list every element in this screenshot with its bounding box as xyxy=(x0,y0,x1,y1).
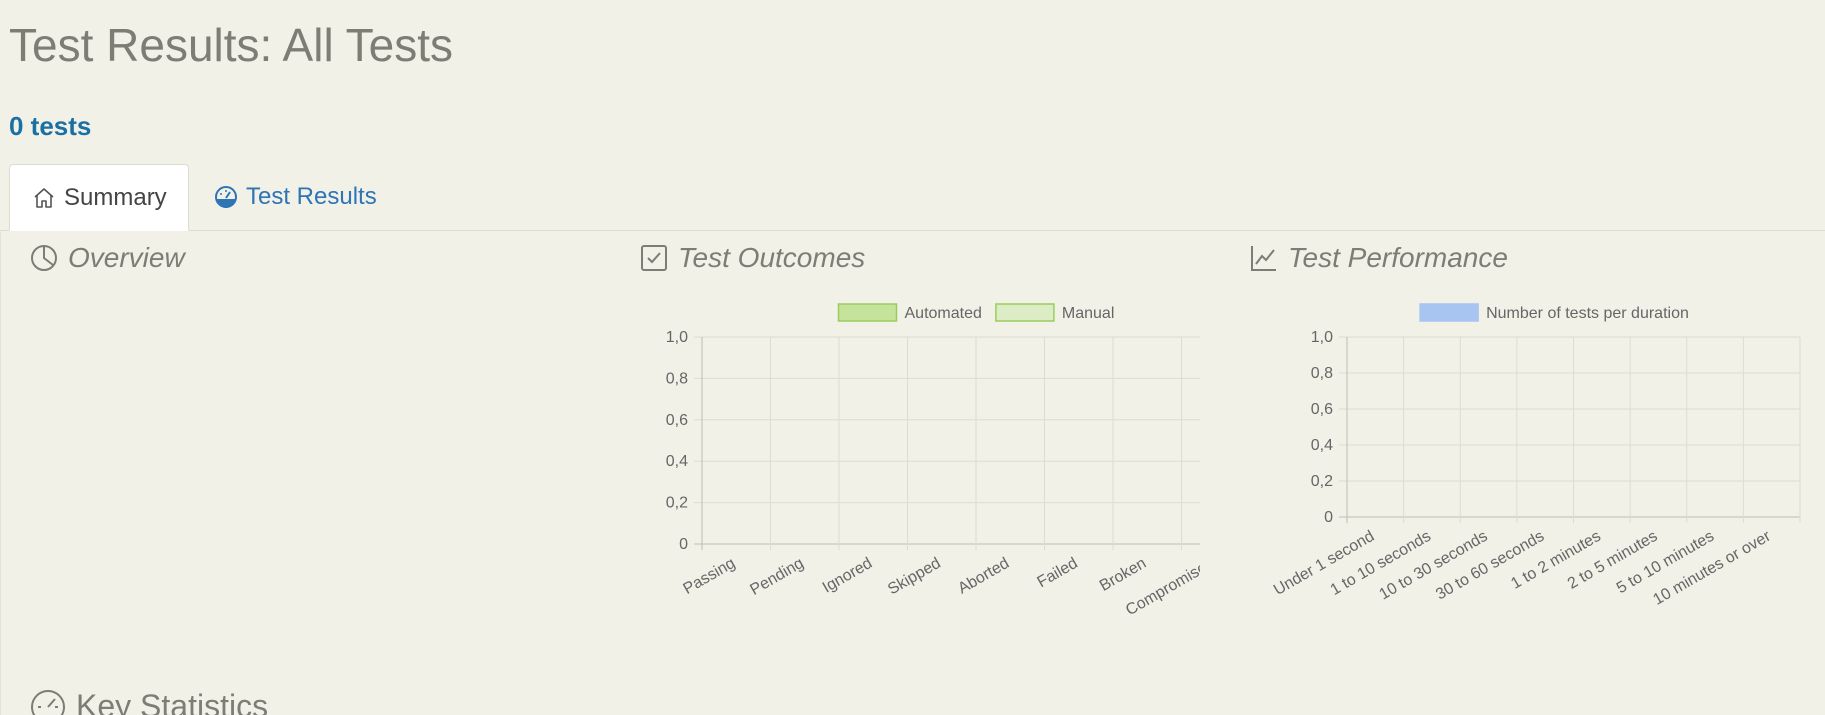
chart-legend: Number of tests per duration xyxy=(1419,303,1689,322)
dashboard-icon xyxy=(214,185,238,209)
legend-label-1[interactable]: Manual xyxy=(1062,305,1114,322)
y-tick-label: 0,8 xyxy=(666,370,688,387)
home-icon xyxy=(32,186,56,210)
overview-title: Overview xyxy=(68,242,185,273)
x-tick-label: Ignored xyxy=(820,555,875,597)
y-tick-label: 1,0 xyxy=(666,329,688,346)
x-tick-label: Broken xyxy=(1097,555,1149,595)
overview-heading: Overview xyxy=(30,242,185,274)
outcomes-title: Test Outcomes xyxy=(678,242,866,273)
content-border xyxy=(0,230,1,715)
y-tick-label: 0 xyxy=(679,536,688,553)
tab-summary[interactable]: Summary xyxy=(9,164,189,231)
y-tick-label: 1,0 xyxy=(1311,329,1333,346)
performance-heading: Test Performance xyxy=(1250,242,1508,274)
y-tick-label: 0,2 xyxy=(1311,473,1333,490)
performance-title: Test Performance xyxy=(1288,242,1508,273)
legend-label-0[interactable]: Number of tests per duration xyxy=(1486,305,1689,322)
legend-swatch-0[interactable] xyxy=(837,303,898,322)
checkbox-icon xyxy=(640,244,668,272)
y-tick-label: 0,4 xyxy=(1311,437,1333,454)
report-page: Test Results: All Tests 0 tests Summary xyxy=(0,0,1825,715)
test-count: 0 tests xyxy=(9,111,92,141)
page-title: Test Results: All Tests xyxy=(9,19,453,71)
tab-test-results-label: Test Results xyxy=(246,183,377,210)
legend-swatch-0[interactable] xyxy=(1419,303,1479,322)
key-statistics-heading: Key Statistics xyxy=(30,688,268,715)
chart-grid xyxy=(694,336,1200,550)
tab-bar: Summary Test Results xyxy=(0,164,1825,231)
outcomes-heading: Test Outcomes xyxy=(640,242,865,274)
x-tick-label: Skipped xyxy=(885,555,944,599)
performance-chart: Number of tests per duration 0 0,2 0,4 0,6 0,… xyxy=(1271,303,1801,609)
tab-summary-label: Summary xyxy=(64,183,167,211)
y-tick-label: 0,6 xyxy=(666,412,688,429)
legend-swatch-1[interactable] xyxy=(995,303,1055,322)
line-chart-icon xyxy=(1250,244,1278,272)
chart-legend: Automated Manual xyxy=(837,303,1114,322)
legend-label-0[interactable]: Automated xyxy=(905,305,982,322)
y-tick-label: 0,2 xyxy=(666,495,688,512)
y-tick-label: 0,4 xyxy=(666,453,688,470)
y-tick-label: 0,6 xyxy=(1311,401,1333,418)
pie-chart-icon xyxy=(30,244,58,272)
chart-grid xyxy=(1339,336,1801,523)
speedometer-icon xyxy=(30,689,66,715)
tab-test-results[interactable]: Test Results xyxy=(214,164,377,230)
key-statistics-title: Key Statistics xyxy=(76,688,269,715)
x-tick-label: Pending xyxy=(747,555,806,599)
y-tick-label: 0,8 xyxy=(1311,365,1333,382)
x-tick-label: Passing xyxy=(680,555,738,598)
x-tick-label: Aborted xyxy=(955,555,1012,598)
y-tick-label: 0 xyxy=(1324,509,1333,526)
x-tick-label: Failed xyxy=(1035,555,1081,592)
outcomes-chart: Automated Manual 0 0,2 0,4 0,6 0,8 1,0 Passing Pe… xyxy=(666,303,1200,619)
x-tick-label: Under 1 second xyxy=(1271,528,1377,599)
